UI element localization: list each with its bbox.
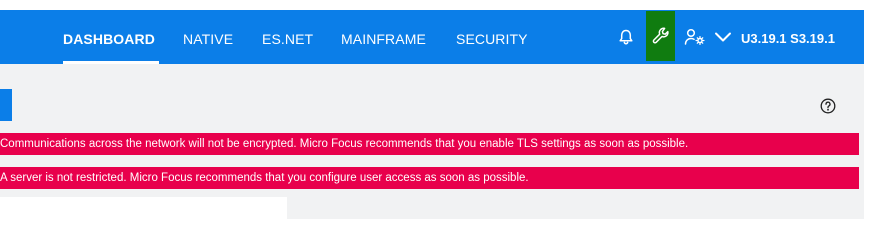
main-content: Communications across the network will n… bbox=[0, 64, 864, 219]
access-warning-text: A server is not restricted. Micro Focus … bbox=[0, 172, 529, 184]
access-warning-banner: A server is not restricted. Micro Focus … bbox=[0, 167, 859, 189]
nav-tab-dashboard[interactable]: DASHBOARD bbox=[63, 31, 155, 47]
right-edge bbox=[864, 10, 872, 219]
tls-warning-text: Communications across the network will n… bbox=[0, 138, 689, 150]
tls-warning-banner: Communications across the network will n… bbox=[0, 133, 859, 155]
bell-icon[interactable] bbox=[614, 10, 638, 64]
user-gear-icon[interactable] bbox=[682, 10, 708, 64]
version-label: U3.19.1 S3.19.1 bbox=[741, 31, 835, 46]
nav-tab-native[interactable]: NATIVE bbox=[183, 31, 233, 47]
action-button-edge[interactable] bbox=[0, 89, 12, 121]
top-strip bbox=[0, 0, 872, 10]
wrench-icon-button[interactable] bbox=[646, 11, 675, 61]
top-navigation-bar: DASHBOARD NATIVE ES.NET MAINFRAME SECURI… bbox=[0, 10, 864, 64]
wrench-icon bbox=[652, 27, 669, 44]
chevron-down-icon[interactable] bbox=[712, 10, 734, 64]
nav-tab-es-net[interactable]: ES.NET bbox=[262, 31, 313, 47]
nav-tab-mainframe[interactable]: MAINFRAME bbox=[341, 31, 426, 47]
help-circle-icon[interactable] bbox=[820, 98, 836, 114]
nav-tab-security[interactable]: SECURITY bbox=[456, 31, 528, 47]
dashboard-panel bbox=[0, 197, 287, 219]
